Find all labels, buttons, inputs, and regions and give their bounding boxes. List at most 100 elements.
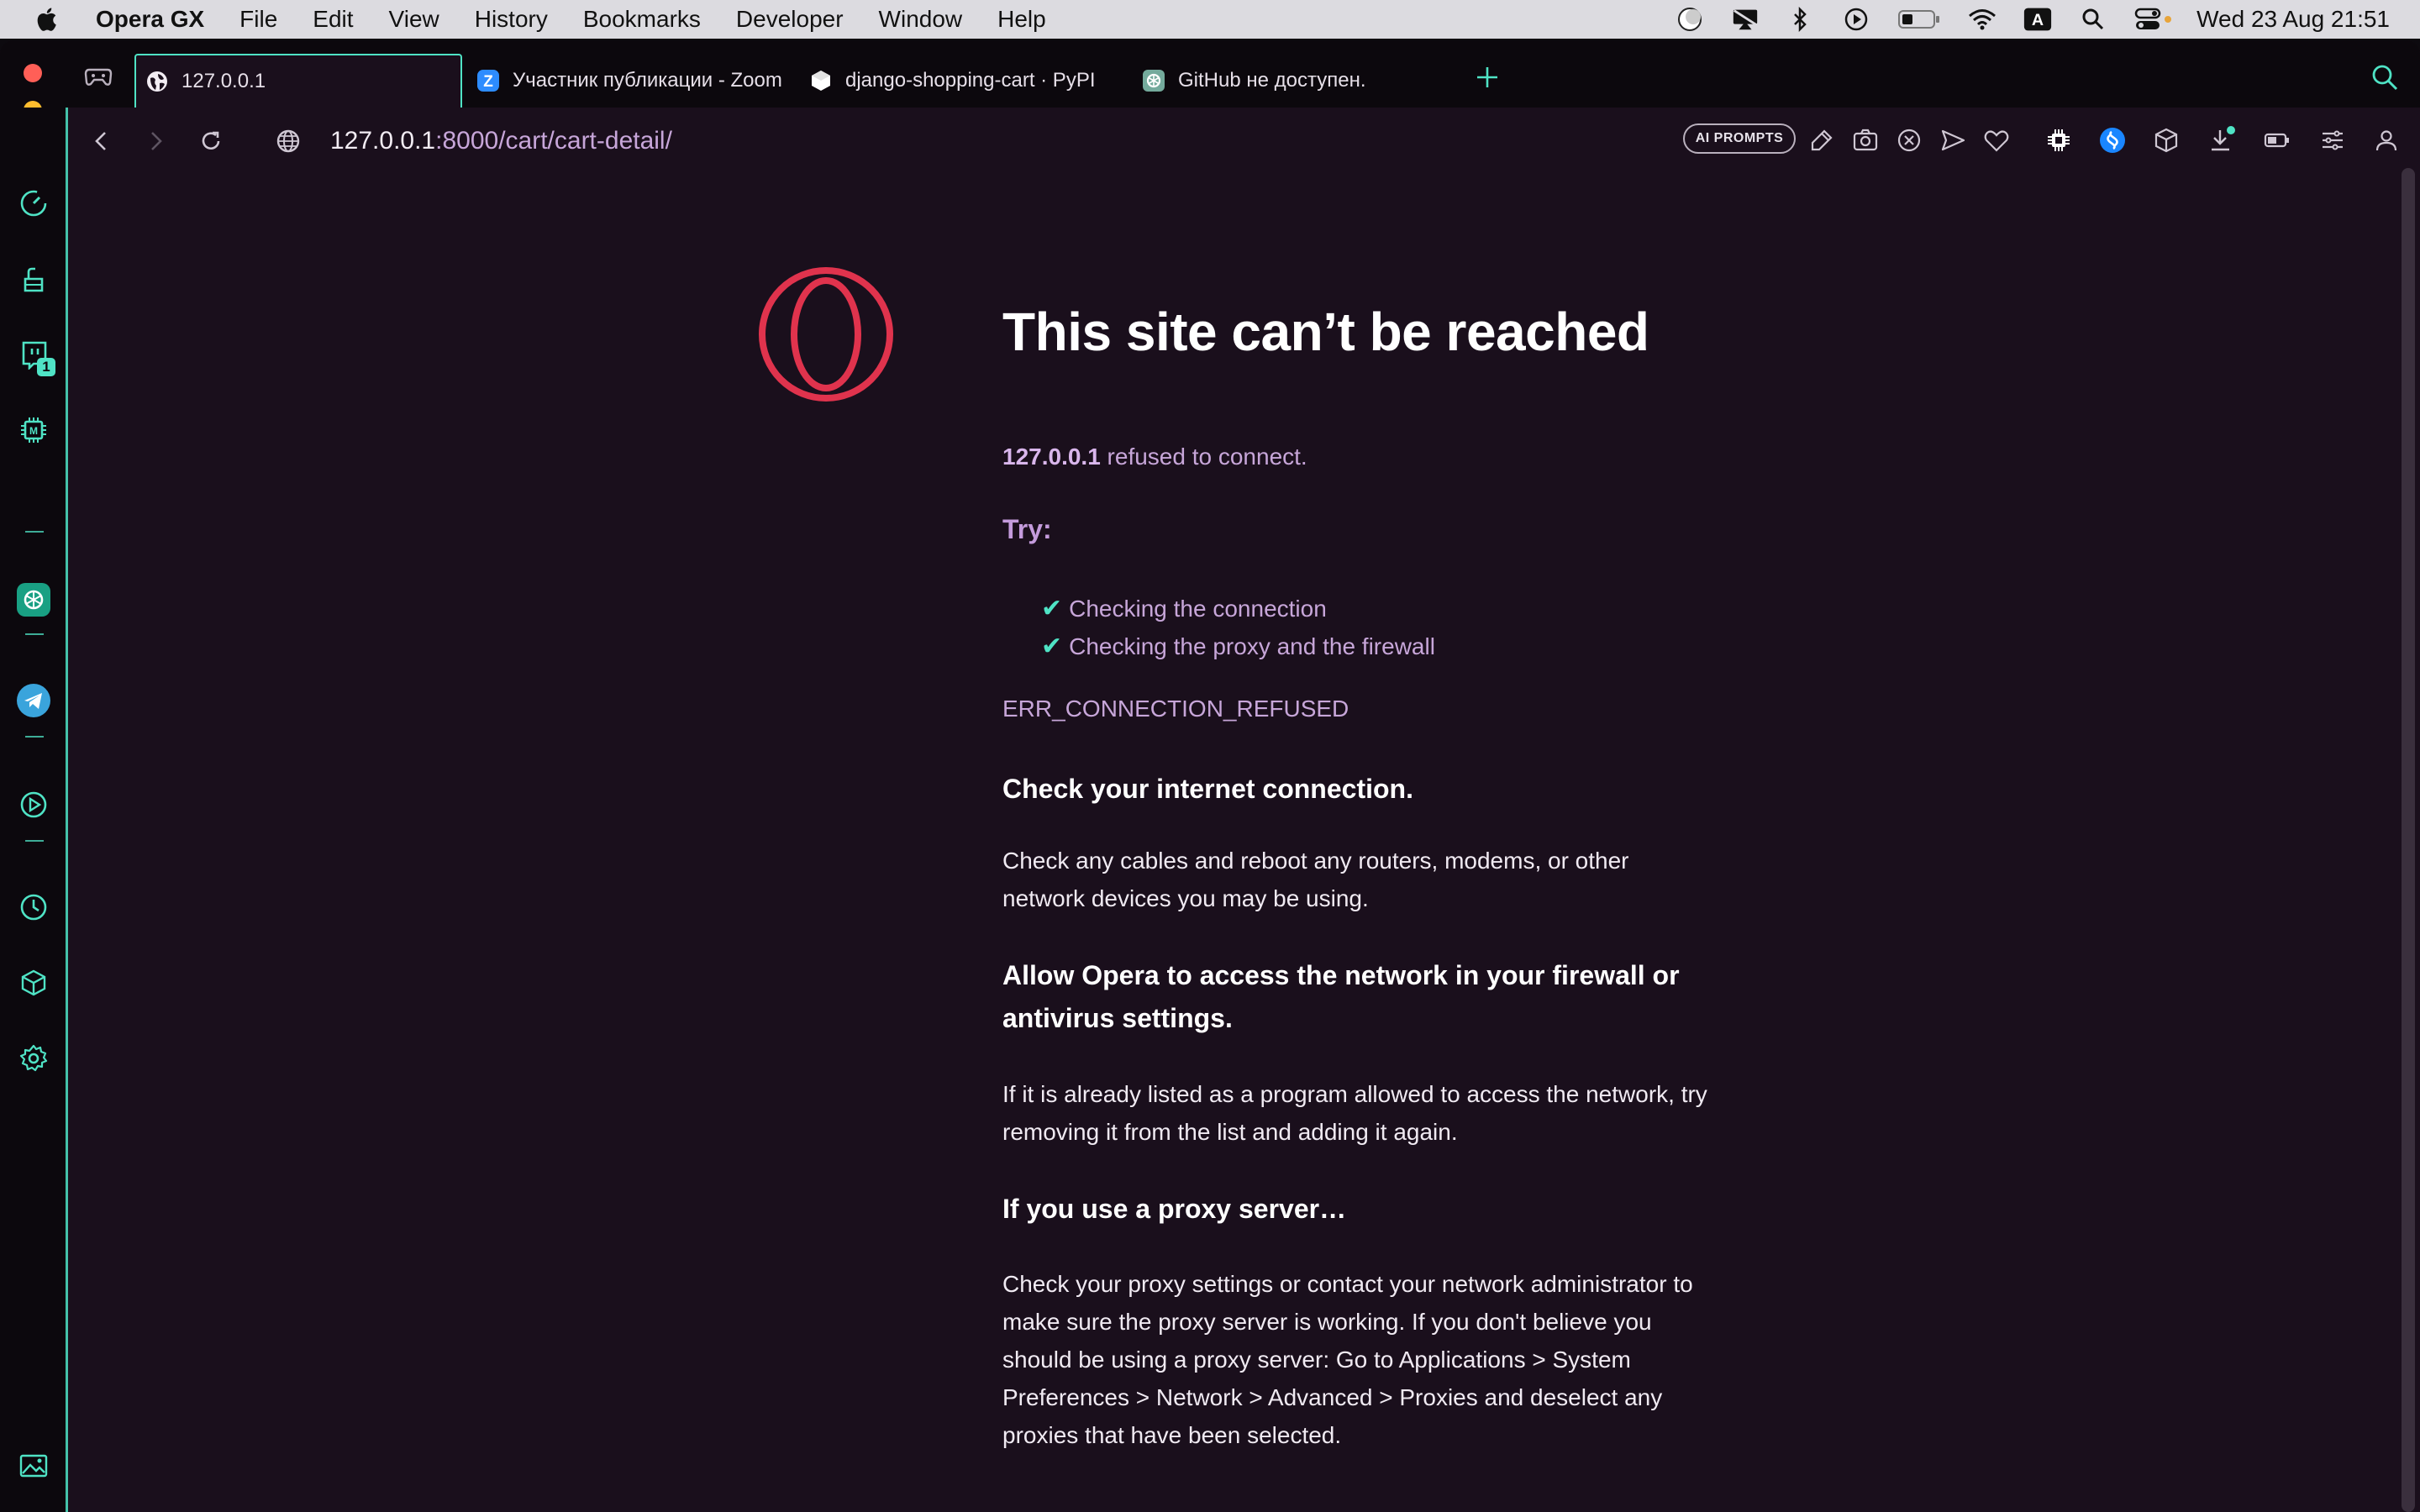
opera-logo-icon (759, 267, 893, 402)
tab-title: 127.0.0.1 (182, 70, 266, 92)
forward-button[interactable] (140, 126, 171, 156)
vertical-scrollbar[interactable] (2402, 168, 2415, 1512)
vpn-icon[interactable] (1676, 5, 1704, 34)
sidebar-telegram[interactable] (17, 684, 50, 717)
battery-saver-icon[interactable] (2263, 126, 2291, 155)
battery-icon[interactable] (1897, 5, 1941, 34)
sidebar-divider (25, 531, 44, 533)
sidebar-player[interactable] (17, 788, 50, 822)
menu-file[interactable]: File (239, 6, 277, 33)
broom-icon (24, 267, 44, 292)
page-content: This site can’t be reached 127.0.0.1 ref… (68, 175, 2400, 1512)
chip-icon: M (21, 417, 46, 443)
gear-icon (19, 1044, 48, 1072)
url-host: 127.0.0.1 (330, 127, 436, 155)
section-heading: Check your internet connection. (1002, 774, 1413, 804)
error-summary: 127.0.0.1 refused to connect. (1002, 444, 1307, 470)
tab-title: GitHub не доступен. (1178, 69, 1366, 92)
edit-icon[interactable] (1807, 126, 1836, 155)
site-info-icon[interactable] (273, 126, 303, 156)
menu-view[interactable]: View (389, 6, 439, 33)
new-tab-button[interactable] (1474, 64, 1501, 91)
easy-setup-icon[interactable] (2318, 126, 2347, 155)
suggestion-text: Checking the proxy and the firewall (1069, 633, 1435, 659)
menu-bookmarks[interactable]: Bookmarks (583, 6, 701, 33)
menu-edit[interactable]: Edit (313, 6, 353, 33)
tab-strip: 127.0.0.1 Z Участник публикации - Zoom d… (0, 40, 2420, 156)
bluetooth-icon[interactable] (1786, 5, 1815, 34)
suggestion-item: ✔ Checking the proxy and the firewall (1041, 627, 1435, 665)
control-center-icon[interactable] (2134, 5, 2172, 34)
sidebar-twitch[interactable]: 1 (17, 338, 55, 376)
section-body: Check your proxy settings or contact you… (1002, 1271, 1693, 1448)
sidebar-chatgpt[interactable] (17, 583, 50, 617)
menu-bar: Opera GX File Edit View History Bookmark… (0, 0, 2420, 39)
play-icon[interactable] (1842, 5, 1870, 34)
download-icon[interactable] (2207, 126, 2236, 155)
chatgpt-icon (17, 583, 50, 617)
clock-icon (20, 894, 47, 921)
shazam-icon[interactable] (2098, 126, 2127, 155)
ai-prompts-button[interactable]: AI PROMPTS (1683, 123, 1796, 154)
telegram-icon (17, 684, 50, 717)
sidebar-gx-control[interactable] (17, 186, 50, 220)
adblock-icon[interactable] (1895, 126, 1923, 155)
menu-help[interactable]: Help (997, 6, 1046, 33)
sidebar-wallpaper[interactable] (17, 1448, 50, 1482)
browser-window: 127.0.0.1 Z Участник публикации - Zoom d… (0, 40, 2420, 1512)
menu-history[interactable]: History (475, 6, 548, 33)
sidebar-divider (25, 633, 44, 635)
player-icon (20, 791, 47, 818)
spotlight-icon[interactable] (2079, 5, 2107, 34)
error-host: 127.0.0.1 (1002, 444, 1101, 470)
svg-text:A: A (2032, 11, 2044, 29)
twitch-badge: 1 (37, 358, 55, 376)
error-title: This site can’t be reached (1002, 302, 1649, 362)
sidebar-divider (25, 736, 44, 738)
svg-text:Z: Z (483, 73, 493, 91)
sidebar-history[interactable] (17, 890, 50, 924)
close-window-button[interactable] (24, 64, 42, 82)
input-source-icon[interactable]: A (2023, 5, 2052, 34)
tab-127-0-0-1[interactable]: 127.0.0.1 (134, 54, 462, 108)
suggestions-list: ✔ Checking the connection ✔ Checking the p… (1041, 590, 1435, 665)
suggestion-item: ✔ Checking the connection (1041, 590, 1435, 627)
sidebar-extensions[interactable] (17, 966, 50, 1000)
wifi-icon[interactable] (1968, 5, 1996, 34)
sidebar-settings[interactable] (17, 1042, 50, 1075)
checkmark-icon: ✔ (1041, 595, 1063, 622)
pypi-icon (808, 68, 834, 93)
cpu-icon[interactable] (2044, 126, 2073, 155)
sidebar-hardware-limiter[interactable]: M (17, 413, 50, 447)
section-heading: If you use a proxy server… (1002, 1194, 1347, 1224)
app-menu[interactable]: Opera GX (96, 6, 204, 33)
back-button[interactable] (87, 126, 117, 156)
send-icon[interactable] (1939, 126, 1967, 155)
svg-text:M: M (29, 425, 38, 437)
apple-icon[interactable] (34, 5, 62, 34)
camera-icon[interactable] (1851, 126, 1880, 155)
error-code: ERR_CONNECTION_REFUSED (1002, 696, 1349, 722)
sidebar-gx-cleaner[interactable] (17, 262, 50, 296)
tab-github[interactable]: GitHub не доступен. (1141, 54, 1460, 108)
suggestion-text: Checking the connection (1069, 595, 1327, 622)
tab-pypi[interactable]: django-shopping-cart · PyPI (808, 54, 1128, 108)
tab-search-icon[interactable] (2370, 62, 2400, 92)
heart-icon[interactable] (1982, 126, 2011, 155)
menu-developer[interactable]: Developer (736, 6, 844, 33)
address-field[interactable]: 127.0.0.1:8000/cart/cart-detail/ (330, 124, 672, 158)
display-icon[interactable] (1731, 5, 1760, 34)
cube-icon (21, 969, 46, 996)
zoom-icon: Z (476, 68, 501, 93)
menubar-clock[interactable]: Wed 23 Aug 21:51 (2196, 6, 2390, 33)
gx-control-icon[interactable] (84, 66, 113, 87)
sidebar-divider (25, 840, 44, 842)
sidebar: 1 M (0, 108, 67, 1512)
section-heading: Allow Opera to access the network in you… (1002, 960, 1680, 1033)
extensions-cube-icon[interactable] (2152, 126, 2181, 155)
reload-button[interactable] (196, 126, 226, 156)
status-area: A Wed 23 Aug 21:51 (1649, 0, 2390, 39)
menu-window[interactable]: Window (879, 6, 963, 33)
profile-icon[interactable] (2372, 126, 2401, 155)
tab-zoom[interactable]: Z Участник публикации - Zoom (476, 54, 795, 108)
